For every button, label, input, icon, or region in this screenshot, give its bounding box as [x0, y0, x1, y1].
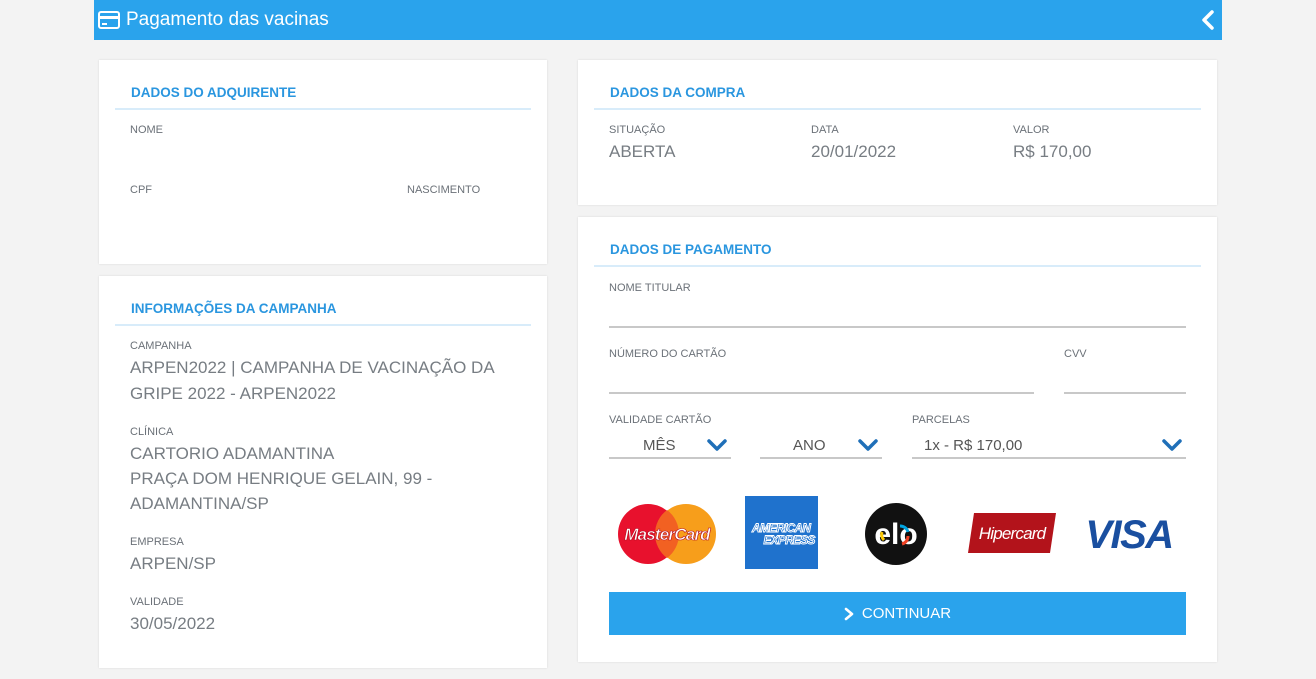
amount-label: VALOR: [1013, 124, 1050, 136]
campaign-value-line1: ARPEN2022 | CAMPANHA DE VACINAÇÃO DA: [130, 358, 495, 377]
chevron-down-icon: [707, 439, 727, 451]
visa-text: VISA: [1085, 513, 1172, 556]
validity-label: VALIDADE: [130, 596, 184, 608]
chevron-down-icon: [858, 439, 878, 451]
credit-card-icon: [98, 9, 120, 31]
buyer-panel: DADOS DO ADQUIRENTE NOME CPF NASCIMENTO: [99, 60, 547, 264]
cvv-input[interactable]: [1064, 392, 1186, 394]
birthdate-label: NASCIMENTO: [407, 184, 481, 196]
visa-logo: VISA: [1080, 510, 1180, 557]
clinic-value-line3: ADAMANTINA/SP: [130, 494, 269, 513]
cardholder-name-input[interactable]: [609, 326, 1186, 328]
page-title: Pagamento das vacinas: [126, 9, 329, 30]
elo-logo: elo: [864, 502, 928, 566]
chevron-down-icon: [1162, 439, 1182, 451]
date-value: 20/01/2022: [811, 142, 897, 161]
card-number-input[interactable]: [609, 392, 1034, 394]
continue-button[interactable]: CONTINUAR: [609, 592, 1186, 635]
cpf-label: CPF: [130, 184, 152, 196]
card-expiry-label: VALIDADE CARTÃO: [609, 414, 712, 426]
status-value: ABERTA: [609, 142, 676, 161]
back-chevron-icon[interactable]: [1198, 9, 1218, 31]
company-value: ARPEN/SP: [130, 554, 216, 573]
status-label: SITUAÇÃO: [609, 124, 666, 136]
campaign-value-line2: GRIPE 2022 - ARPEN2022: [130, 384, 337, 403]
continue-button-label: CONTINUAR: [861, 605, 952, 622]
buyer-panel-title: DADOS DO ADQUIRENTE: [115, 85, 531, 110]
hipercard-text: Hipercard: [979, 524, 1047, 543]
expiry-year-select[interactable]: ANO: [760, 431, 882, 459]
chevron-right-icon: [844, 607, 854, 620]
card-number-label: NÚMERO DO CARTÃO: [609, 348, 727, 360]
company-label: EMPRESA: [130, 536, 184, 548]
clinic-value-line1: CARTORIO ADAMANTINA: [130, 444, 335, 463]
purchase-panel: DADOS DA COMPRA SITUAÇÃO ABERTA DATA 20/…: [578, 60, 1217, 205]
cvv-label: CVV: [1064, 348, 1087, 360]
american-express-logo: AMERICAN EXPRESS: [745, 496, 818, 569]
expiry-month-value: MÊS: [643, 437, 676, 454]
clinic-label: CLÍNICA: [130, 426, 174, 438]
amex-text-line2: EXPRESS: [763, 533, 815, 547]
mastercard-logo: MasterCard: [617, 503, 717, 565]
amount-value: R$ 170,00: [1013, 142, 1092, 161]
installments-value: 1x - R$ 170,00: [924, 437, 1023, 454]
campaign-label: CAMPANHA: [130, 340, 192, 352]
campaign-panel-title: INFORMAÇÕES DA CAMPANHA: [115, 301, 531, 326]
date-label: DATA: [811, 124, 839, 136]
mastercard-text: MasterCard: [624, 525, 711, 544]
payment-panel-title: DADOS DE PAGAMENTO: [594, 242, 1201, 267]
validity-value: 30/05/2022: [130, 614, 216, 633]
name-label: NOME: [130, 124, 163, 136]
hipercard-logo: Hipercard: [968, 513, 1056, 553]
installments-label: PARCELAS: [912, 414, 970, 426]
page-header: Pagamento das vacinas: [94, 0, 1222, 40]
cardholder-name-label: NOME TITULAR: [609, 282, 691, 294]
campaign-panel: INFORMAÇÕES DA CAMPANHA CAMPANHA ARPEN20…: [99, 276, 547, 668]
purchase-panel-title: DADOS DA COMPRA: [594, 85, 1201, 110]
installments-select[interactable]: 1x - R$ 170,00: [912, 431, 1186, 459]
clinic-value-line2: PRAÇA DOM HENRIQUE GELAIN, 99 -: [130, 469, 433, 488]
expiry-month-select[interactable]: MÊS: [609, 431, 731, 459]
expiry-year-value: ANO: [793, 437, 826, 454]
